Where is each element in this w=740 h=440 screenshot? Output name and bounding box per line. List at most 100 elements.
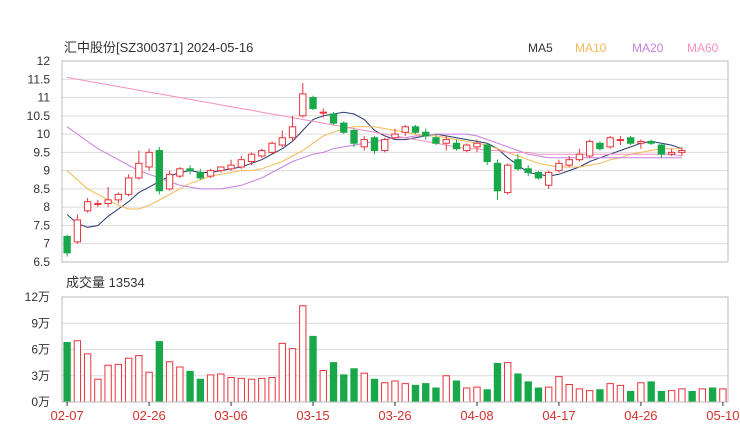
candle [268, 141, 276, 155]
candle-body [124, 177, 133, 195]
candle-body [63, 235, 71, 254]
volume-bar [176, 366, 184, 403]
candle [647, 139, 655, 146]
price-tick-label: 7.5 [33, 218, 50, 232]
volume-bar [73, 340, 82, 403]
candle-body [401, 126, 409, 133]
candle-body [678, 150, 686, 153]
volume-bar [493, 363, 502, 403]
candle-body [514, 159, 522, 170]
volume-bar [268, 377, 276, 403]
volume-tick-label: 9万 [31, 316, 50, 330]
price-panel: 6.5 7 7.5 8 8.5 9 9.5 10 10.5 11 11.5 12 [27, 54, 729, 269]
candle [586, 139, 594, 158]
candle-body [258, 150, 266, 157]
candle [217, 166, 225, 173]
candle-body [463, 144, 471, 152]
volume-bar [206, 374, 215, 403]
volume-bar [124, 357, 133, 403]
candle [94, 199, 102, 208]
candle [411, 124, 420, 135]
volume-bar [575, 388, 584, 403]
volume-bar [401, 383, 409, 403]
x-tick-label: 03-15 [296, 408, 329, 423]
volume-bar [442, 375, 450, 403]
candle-body [340, 122, 348, 133]
candle-body [483, 144, 491, 163]
x-tick-label: 04-17 [542, 408, 575, 423]
candle-body [442, 139, 450, 144]
volume-bar [370, 378, 379, 403]
x-tick-label: 04-26 [624, 408, 657, 423]
candle-body [288, 126, 297, 139]
volume-bar [340, 374, 348, 403]
candle [340, 121, 348, 135]
price-tick-label: 11 [38, 91, 51, 105]
candle-body [370, 137, 379, 152]
volume-bar [586, 390, 594, 403]
x-tick-label: 05-10 [706, 408, 739, 423]
volume-panel: 0万 3万 6万 9万 12万 [25, 290, 729, 409]
volume-bar [524, 381, 532, 403]
volume-bar [667, 390, 676, 403]
candle-body [432, 137, 440, 144]
candle-body [575, 153, 584, 161]
candle-body [186, 168, 194, 172]
candle-body [586, 140, 594, 157]
candle-body [196, 171, 204, 179]
stock-chart: 汇中股份[SZ300371] 2024-05-16 MA5 MA10 MA20 MA6… [25, 40, 740, 423]
candle [493, 159, 502, 200]
volume-bar [616, 384, 625, 403]
price-tick-label: 10.5 [27, 109, 51, 123]
candle [606, 135, 614, 149]
volume-bar [94, 378, 102, 403]
candle-body [473, 142, 481, 148]
candle-body [596, 142, 604, 150]
volume-bar [596, 389, 604, 403]
candle-body [626, 137, 635, 144]
candle [155, 146, 164, 195]
candle-body [329, 113, 338, 124]
candle [63, 234, 71, 257]
volume-tick-label: 3万 [31, 369, 50, 383]
candle-body [206, 170, 215, 177]
candle [135, 150, 143, 180]
candle [534, 170, 543, 180]
volume-bar [319, 370, 327, 403]
candle-body [667, 151, 676, 155]
price-tick-label: 8 [43, 200, 50, 214]
volume-bar [155, 341, 164, 403]
volume-bar [391, 380, 399, 403]
candle [657, 143, 666, 158]
volume-bar [432, 387, 440, 403]
candle [145, 148, 153, 171]
volume-bar [698, 388, 707, 403]
volume-bar [360, 372, 368, 403]
candle-body [350, 129, 358, 144]
volume-bar [411, 384, 420, 403]
volume-bar [708, 387, 717, 403]
volume-bar [626, 391, 635, 403]
chart-title: 汇中股份[SZ300371] 2024-05-16 [64, 40, 253, 55]
candle-body [422, 131, 430, 137]
candle [247, 152, 256, 166]
candle [237, 156, 245, 169]
volume-bar [565, 384, 573, 403]
volume-bar [678, 388, 686, 403]
candle [370, 135, 379, 155]
candle [596, 141, 604, 151]
volume-bar [165, 361, 174, 403]
volume-bar [104, 364, 112, 403]
volume-label: 成交量 13534 [66, 275, 145, 290]
candle [288, 115, 297, 142]
candle [186, 165, 194, 175]
candle-body [165, 173, 174, 190]
volume-bar [83, 353, 92, 403]
candle [83, 198, 92, 213]
candle [483, 143, 491, 166]
candle [463, 143, 471, 153]
x-tick-label: 03-06 [214, 408, 247, 423]
volume-bar [309, 335, 317, 403]
volume-bar [186, 370, 194, 403]
candle [504, 163, 512, 195]
